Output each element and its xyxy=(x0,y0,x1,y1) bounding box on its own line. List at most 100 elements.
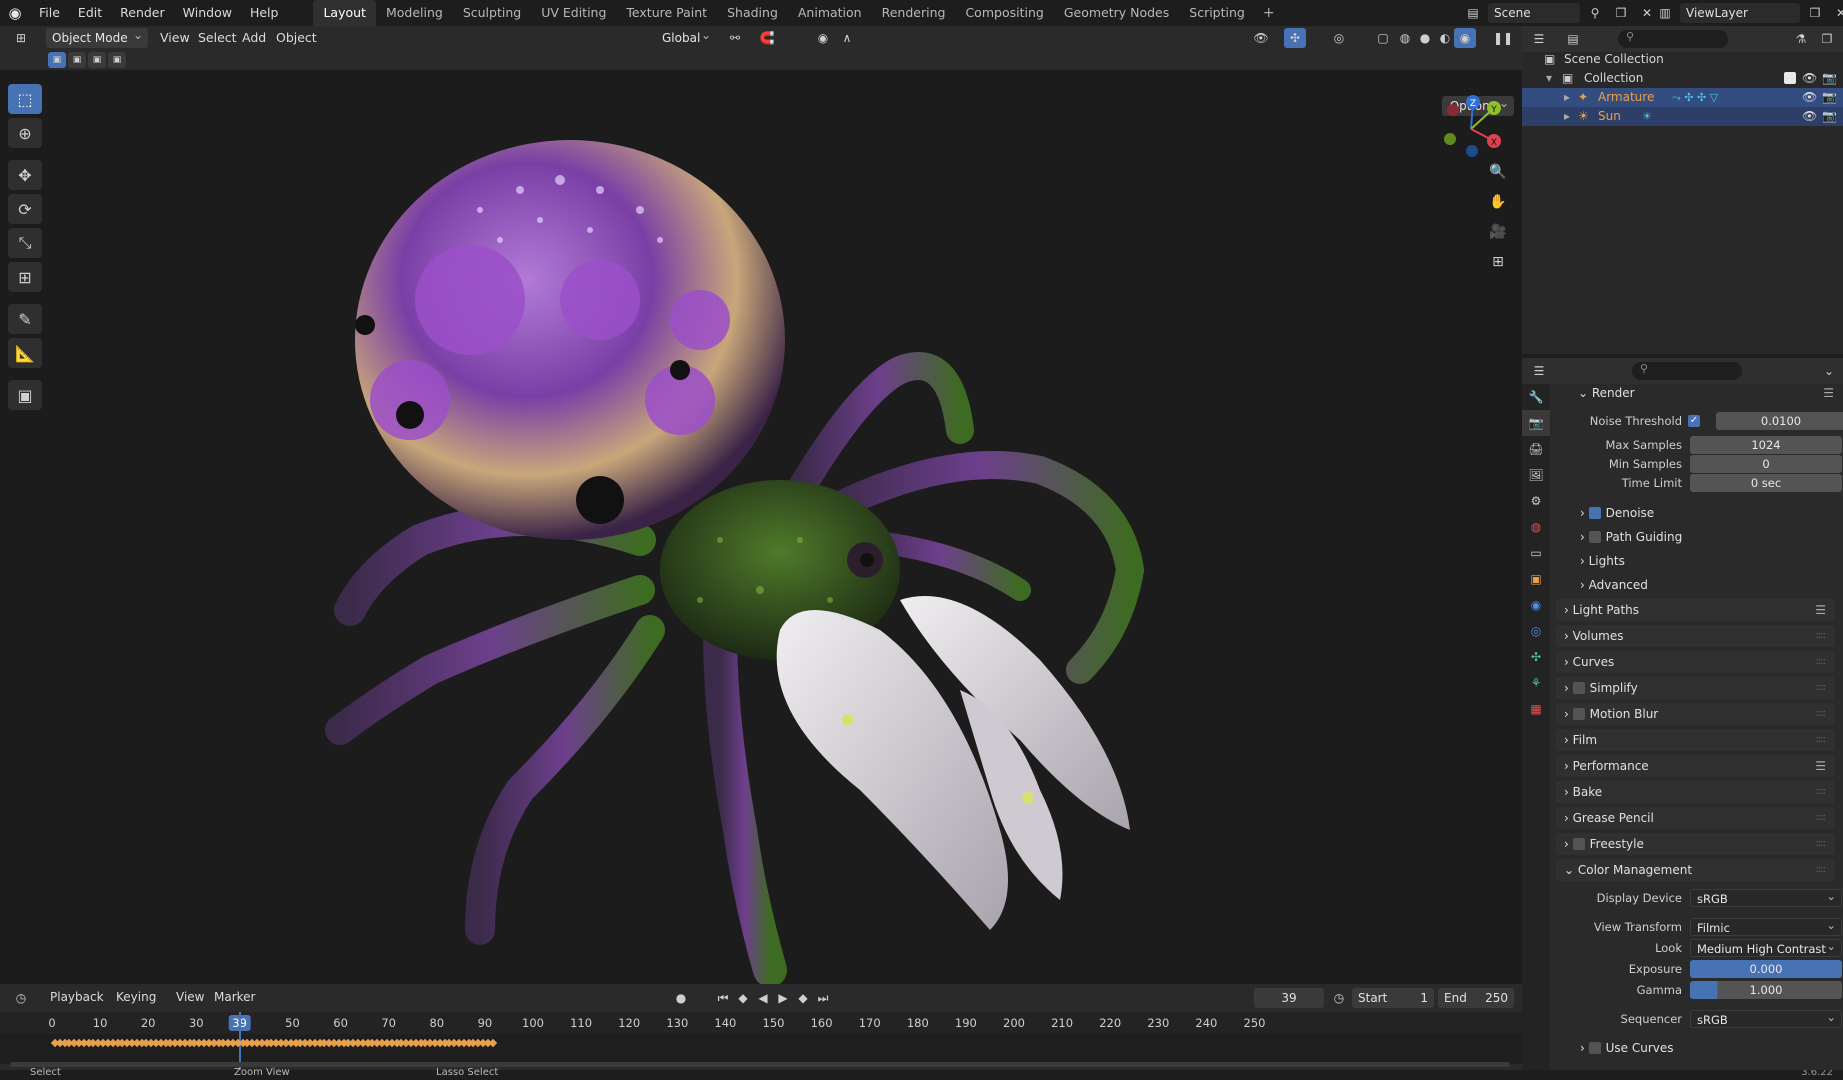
tab-shading[interactable]: Shading xyxy=(717,0,788,26)
look-dropdown[interactable]: Medium High Contrast xyxy=(1690,937,1842,957)
navigation-gizmo[interactable]: Z Y X xyxy=(1436,94,1506,164)
menu-playback[interactable]: Playback xyxy=(50,990,104,1004)
expand-icon[interactable]: ▸ xyxy=(1564,88,1570,107)
new-view-layer-icon[interactable]: ❐ xyxy=(1804,3,1826,23)
panel-volumes[interactable]: › Volumes:::: xyxy=(1556,625,1835,647)
panel-performance[interactable]: › Performance ☰ xyxy=(1556,755,1835,777)
expand-icon[interactable]: ▸ xyxy=(1564,107,1570,126)
start-frame-field[interactable]: Start 1 xyxy=(1352,988,1434,1008)
noise-threshold-checkbox[interactable]: ✓ xyxy=(1688,415,1700,427)
clock-icon[interactable]: ◷ xyxy=(1328,988,1350,1008)
scene-icon[interactable]: ▤ xyxy=(1462,3,1484,23)
next-keyframe-icon[interactable]: ◆ xyxy=(792,988,814,1008)
menu-marker[interactable]: Marker xyxy=(214,990,255,1004)
view-transform-dropdown[interactable]: Filmic xyxy=(1690,916,1842,936)
camera-icon[interactable]: 📷 xyxy=(1822,69,1837,88)
panel-motion-blur[interactable]: › Motion Blur:::: xyxy=(1556,703,1835,725)
cursor-tool-icon[interactable]: ⊕ xyxy=(8,118,42,148)
play-icon[interactable]: ▶ xyxy=(772,988,794,1008)
list-icon[interactable]: ☰ xyxy=(1815,599,1826,621)
solid-shading-icon[interactable]: ● xyxy=(1414,28,1436,48)
jump-end-icon[interactable]: ⏭ xyxy=(812,988,834,1008)
pivot-icon[interactable]: ⚯ xyxy=(724,28,746,48)
panel-color-management[interactable]: ⌄ Color Management:::: xyxy=(1556,859,1835,881)
select-invert-icon[interactable]: ▣ xyxy=(108,52,126,68)
display-device-dropdown[interactable]: sRGB xyxy=(1690,887,1842,907)
zoom-icon[interactable]: 🔍 xyxy=(1486,160,1510,184)
snap-icon[interactable]: 🧲 xyxy=(756,28,778,48)
add-workspace-icon[interactable]: + xyxy=(1255,0,1283,26)
list-icon[interactable]: ☰ xyxy=(1815,755,1826,777)
proportional-edit-icon[interactable]: ◉ xyxy=(812,28,834,48)
modifiers-tab-icon[interactable]: ◉ xyxy=(1522,592,1550,618)
drag-grip-icon[interactable]: :::: xyxy=(1816,859,1827,881)
advanced-subpanel[interactable]: › Advanced xyxy=(1580,576,1648,594)
eye-icon[interactable]: 👁 xyxy=(1802,88,1817,107)
object-data-tab-icon[interactable]: ✣ xyxy=(1522,644,1550,670)
object-tab-icon[interactable]: ▣ xyxy=(1522,566,1550,592)
panel-freestyle[interactable]: › Freestyle:::: xyxy=(1556,833,1835,855)
tab-compositing[interactable]: Compositing xyxy=(955,0,1053,26)
prev-keyframe-icon[interactable]: ◆ xyxy=(732,988,754,1008)
drag-grip-icon[interactable]: :::: xyxy=(1816,833,1827,855)
scale-tool-icon[interactable]: ⤡ xyxy=(8,228,42,258)
lights-subpanel[interactable]: › Lights xyxy=(1580,552,1625,570)
tab-sculpting[interactable]: Sculpting xyxy=(453,0,531,26)
view-layer-icon[interactable]: ▥ xyxy=(1654,3,1676,23)
menu-edit[interactable]: Edit xyxy=(69,0,111,26)
frame-ruler[interactable]: 0 10 20 30 50 60 70 80 90 100 110 120 130 140 150 160 17… xyxy=(0,1012,1522,1034)
path-guiding-checkbox[interactable] xyxy=(1588,531,1601,543)
outliner-search-input[interactable]: ⚲ xyxy=(1618,30,1728,48)
display-mode-icon[interactable]: ▤ xyxy=(1562,29,1584,49)
outliner-item-armature[interactable]: ▸ ✦ Armature ⤳ ✣ ✣ ▽ 👁 📷 xyxy=(1522,88,1843,107)
menu-timeline-view[interactable]: View xyxy=(176,990,204,1004)
panel-bake[interactable]: › Bake:::: xyxy=(1556,781,1835,803)
panel-film[interactable]: › Film:::: xyxy=(1556,729,1835,751)
view-layer-tab-icon[interactable]: 🖼 xyxy=(1522,462,1550,488)
tab-rendering[interactable]: Rendering xyxy=(872,0,956,26)
rendered-shading-icon[interactable]: ◉ xyxy=(1454,28,1476,48)
drag-grip-icon[interactable]: :::: xyxy=(1816,625,1827,647)
outliner-collection[interactable]: ▾ ▣ Collection 👁 📷 xyxy=(1522,69,1843,88)
outliner-scene-collection[interactable]: ▣ Scene Collection xyxy=(1522,50,1843,69)
select-extend-icon[interactable]: ▣ xyxy=(68,52,86,68)
outliner-item-sun[interactable]: ▸ ☀ Sun ☀ 👁 📷 xyxy=(1522,107,1843,126)
pin-icon[interactable]: ⚲ xyxy=(1584,3,1606,23)
scene-tab-icon[interactable]: ⚙ xyxy=(1522,488,1550,514)
properties-editor-icon[interactable]: ☰ xyxy=(1528,361,1550,381)
min-samples-field[interactable]: 0 xyxy=(1690,455,1842,473)
time-limit-field[interactable]: 0 sec xyxy=(1690,474,1842,492)
select-subtract-icon[interactable]: ▣ xyxy=(88,52,106,68)
noise-threshold-field[interactable]: 0.0100 xyxy=(1716,412,1843,430)
menu-view[interactable]: View xyxy=(160,30,190,45)
gizmo-toggle-icon[interactable]: ✣ xyxy=(1284,28,1306,48)
perspective-grid-icon[interactable]: ⊞ xyxy=(1486,250,1510,274)
transform-tool-icon[interactable]: ⊞ xyxy=(8,262,42,292)
timeline-editor-icon[interactable]: ◷ xyxy=(10,988,32,1008)
tab-uv-editing[interactable]: UV Editing xyxy=(531,0,616,26)
xray-icon[interactable]: ▢ xyxy=(1372,28,1394,48)
editor-type-icon[interactable]: ⊞ xyxy=(10,28,32,48)
select-box-tool-icon[interactable]: ⬚ xyxy=(8,84,42,114)
tab-geometry-nodes[interactable]: Geometry Nodes xyxy=(1054,0,1179,26)
panel-light-paths[interactable]: › Light Paths ☰ xyxy=(1556,599,1835,621)
end-frame-field[interactable]: End 250 xyxy=(1438,988,1514,1008)
filter-icon[interactable]: ⚗ xyxy=(1790,29,1812,49)
bone-tab-icon[interactable]: ⚘ xyxy=(1522,670,1550,696)
panel-curves[interactable]: › Curves:::: xyxy=(1556,651,1835,673)
view-layer-field[interactable]: ViewLayer xyxy=(1680,3,1800,23)
tab-layout[interactable]: Layout xyxy=(313,0,376,26)
tab-texture-paint[interactable]: Texture Paint xyxy=(616,0,717,26)
collapse-icon[interactable]: ▾ xyxy=(1546,69,1552,88)
new-scene-icon[interactable]: ❐ xyxy=(1610,3,1632,23)
jump-start-icon[interactable]: ⏮ xyxy=(712,988,734,1008)
drag-grip-icon[interactable]: :::: xyxy=(1816,703,1827,725)
orientation-dropdown[interactable]: Global xyxy=(640,25,716,48)
tab-animation[interactable]: Animation xyxy=(788,0,872,26)
menu-select[interactable]: Select xyxy=(198,30,237,45)
mode-dropdown[interactable]: Object Mode xyxy=(46,25,148,48)
world-tab-icon[interactable]: ◍ xyxy=(1522,514,1550,540)
menu-object[interactable]: Object xyxy=(276,30,317,45)
menu-render[interactable]: Render xyxy=(111,0,174,26)
list-icon[interactable]: ☰ xyxy=(1823,386,1834,400)
